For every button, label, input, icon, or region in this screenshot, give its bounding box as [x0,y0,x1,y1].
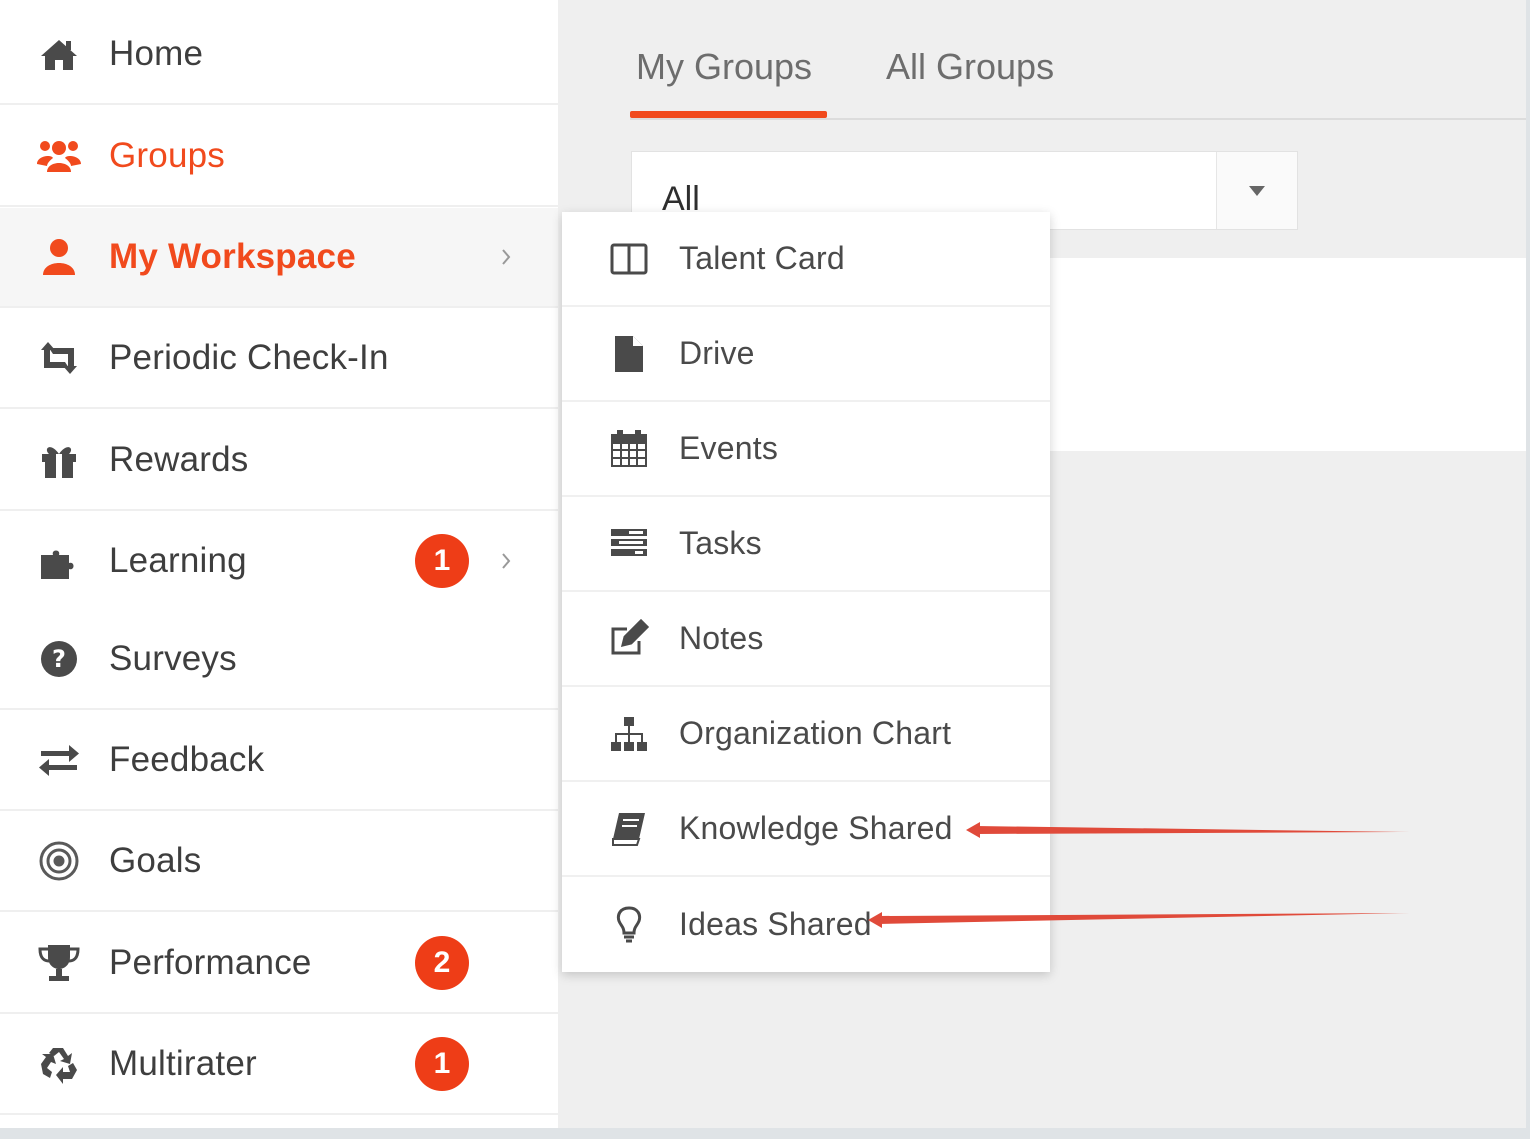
active-tab-indicator [630,111,827,118]
sidebar-item-goals[interactable]: Goals [0,812,558,912]
submenu-item-label: Organization Chart [679,715,952,751]
file-icon [608,333,650,375]
users-icon [36,133,82,179]
sidebar-item-multirater[interactable]: Multirater 1 [0,1015,558,1115]
puzzle-icon [36,538,82,584]
submenu-item-knowledge-shared[interactable]: Knowledge Shared [562,782,1050,877]
sidebar-item-learning[interactable]: Learning 1 [0,512,558,612]
book-icon [608,808,650,850]
sidebar-item-label: Periodic Check-In [109,338,389,377]
sidebar-item-label: My Workspace [109,237,356,276]
tab-my-groups[interactable]: My Groups [636,46,812,88]
submenu-item-label: Ideas Shared [679,906,872,942]
submenu-item-events[interactable]: Events [562,402,1050,497]
sidebar-item-rewards[interactable]: Rewards [0,411,558,511]
sidebar: Home Groups My Workspace Periodic Check-… [0,0,558,1128]
tab-divider [630,118,1526,120]
question-circle-icon: ? [36,636,82,682]
submenu-item-drive[interactable]: Drive [562,307,1050,402]
sidebar-item-label: Multirater [109,1044,257,1083]
sidebar-item-surveys[interactable]: ? Surveys [0,610,558,710]
sidebar-item-periodic-check-in[interactable]: Periodic Check-In [0,309,558,409]
submenu-item-talent-card[interactable]: Talent Card [562,212,1050,307]
submenu-item-label: Talent Card [679,240,845,276]
lightbulb-icon [608,904,650,946]
sidebar-item-label: Performance [109,943,312,982]
notification-badge: 1 [415,1037,469,1091]
gift-icon [36,437,82,483]
chevron-right-icon [502,553,511,569]
notification-badge: 1 [415,534,469,588]
exchange-icon [36,737,82,783]
calendar-icon [608,428,650,470]
tab-all-groups[interactable]: All Groups [886,46,1054,88]
submenu-item-notes[interactable]: Notes [562,592,1050,687]
sidebar-item-label: Surveys [109,639,237,678]
submenu-item-tasks[interactable]: Tasks [562,497,1050,592]
sidebar-item-groups[interactable]: Groups [0,107,558,207]
submenu-item-label: Events [679,430,779,466]
group-list-panel [1040,258,1526,451]
sidebar-item-feedback[interactable]: Feedback [0,711,558,811]
home-icon [36,31,82,77]
submenu-item-organization-chart[interactable]: Organization Chart [562,687,1050,782]
caret-down-icon [1249,185,1265,196]
trophy-icon [36,940,82,986]
sidebar-item-label: Goals [109,841,202,880]
submenu-item-label: Notes [679,620,764,656]
retweet-icon [36,335,82,381]
sitemap-icon [608,713,650,755]
edit-icon [608,618,650,660]
notification-badge: 2 [415,936,469,990]
dropdown-toggle[interactable] [1216,152,1297,229]
my-workspace-submenu: Talent Card Drive Events Tasks Notes Org… [562,212,1050,972]
submenu-item-label: Knowledge Shared [679,810,953,846]
sidebar-item-label: Rewards [109,440,249,479]
sidebar-item-my-workspace[interactable]: My Workspace [0,208,558,308]
target-icon [36,838,82,884]
tasks-icon [608,523,650,565]
sidebar-item-label: Groups [109,136,225,175]
app-window: Home Groups My Workspace Periodic Check-… [0,0,1526,1128]
sidebar-item-home[interactable]: Home [0,5,558,105]
submenu-item-ideas-shared[interactable]: Ideas Shared [562,877,1050,972]
recycle-icon [36,1041,82,1087]
submenu-item-label: Drive [679,335,755,371]
user-icon [36,234,82,280]
svg-text:?: ? [52,645,66,673]
sidebar-item-label: Home [109,34,204,73]
sidebar-item-label: Learning [109,541,247,580]
columns-icon [608,238,650,280]
sidebar-item-label: Feedback [109,740,265,779]
submenu-item-label: Tasks [679,525,762,561]
sidebar-item-performance[interactable]: Performance 2 [0,914,558,1014]
chevron-right-icon [502,249,511,265]
